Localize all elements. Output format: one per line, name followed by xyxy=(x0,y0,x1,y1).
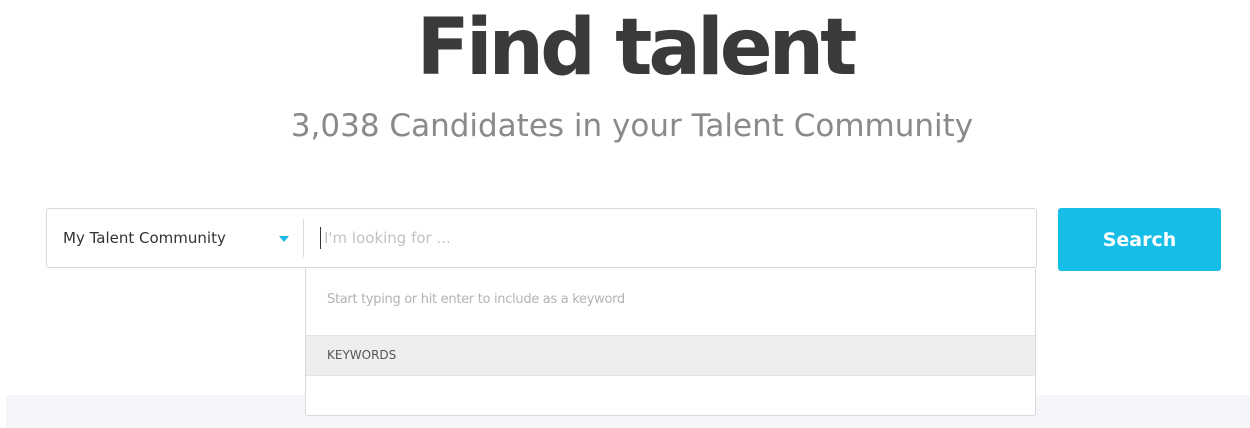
keywords-section-header[interactable]: KEYWORDS xyxy=(306,335,1035,376)
scope-dropdown-label: My Talent Community xyxy=(63,229,226,247)
page-title: Find talent xyxy=(416,3,858,93)
search-input[interactable] xyxy=(319,221,1024,255)
scope-dropdown[interactable]: My Talent Community xyxy=(47,209,303,267)
keywords-section-label: KEYWORDS xyxy=(327,348,397,362)
suggestions-dropdown: Start typing or hit enter to include as … xyxy=(305,268,1036,416)
search-bar: My Talent Community xyxy=(46,208,1037,268)
search-bar-divider xyxy=(303,219,304,257)
find-talent-page: Find talent 3,038 Candidates in your Tal… xyxy=(0,0,1250,428)
search-button[interactable]: Search xyxy=(1058,208,1221,271)
candidate-count-subtitle: 3,038 Candidates in your Talent Communit… xyxy=(290,108,974,144)
chevron-down-icon xyxy=(279,236,289,242)
suggestions-hint: Start typing or hit enter to include as … xyxy=(327,292,625,307)
text-cursor xyxy=(320,227,321,249)
